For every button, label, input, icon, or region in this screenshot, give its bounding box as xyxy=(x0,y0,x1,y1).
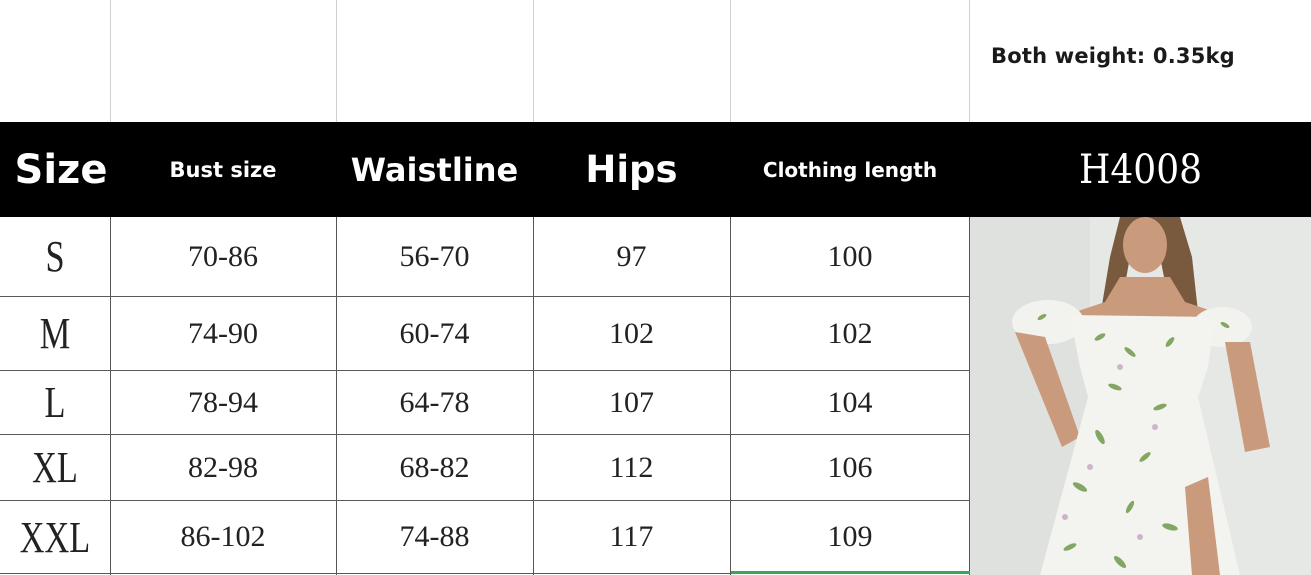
grid-line xyxy=(110,0,111,122)
row-hips: 97 xyxy=(616,239,647,273)
row-waist: 74-88 xyxy=(399,520,470,553)
row-bust: 70-86 xyxy=(188,239,258,273)
row-hips: 117 xyxy=(609,520,654,553)
product-photo xyxy=(970,217,1311,575)
grid-line xyxy=(969,0,970,122)
dress-illustration xyxy=(970,217,1311,575)
grid-line xyxy=(533,0,534,122)
size-chart: Both weight: 0.35kg Size Bust size Waist… xyxy=(0,0,1311,575)
row-length: 100 xyxy=(827,239,873,273)
row-size: M xyxy=(39,309,71,358)
header-hips: Hips xyxy=(585,148,678,191)
row-hips: 112 xyxy=(609,450,654,484)
row-bust: 78-94 xyxy=(188,385,258,419)
header-length: Clothing length xyxy=(762,157,938,182)
table-header: Size Bust size Waistline Hips Clothing l… xyxy=(0,122,1311,217)
product-code: H4008 xyxy=(1078,146,1203,193)
row-bust: 82-98 xyxy=(188,450,258,484)
row-length: 106 xyxy=(827,450,873,484)
row-waist: 68-82 xyxy=(399,450,470,484)
weight-note: Both weight: 0.35kg xyxy=(991,44,1235,68)
row-hips: 107 xyxy=(609,385,654,419)
row-length: 102 xyxy=(827,316,873,350)
row-waist: 60-74 xyxy=(399,316,470,350)
row-length: 109 xyxy=(827,520,873,553)
header-size: Size xyxy=(14,146,108,193)
header-bust: Bust size xyxy=(169,157,277,182)
row-bust: 86-102 xyxy=(180,520,266,553)
grid-line xyxy=(336,0,337,122)
row-bust: 74-90 xyxy=(188,316,258,350)
row-size: XXL xyxy=(19,512,91,562)
row-size: S xyxy=(45,232,65,281)
row-waist: 64-78 xyxy=(399,385,470,419)
accent-line xyxy=(731,571,970,574)
grid-line xyxy=(730,0,731,122)
row-hips: 102 xyxy=(609,316,654,350)
header-waist: Waistline xyxy=(350,150,519,189)
row-length: 104 xyxy=(827,385,873,419)
row-size: L xyxy=(44,378,66,427)
row-waist: 56-70 xyxy=(399,239,470,273)
row-size: XL xyxy=(32,443,78,492)
